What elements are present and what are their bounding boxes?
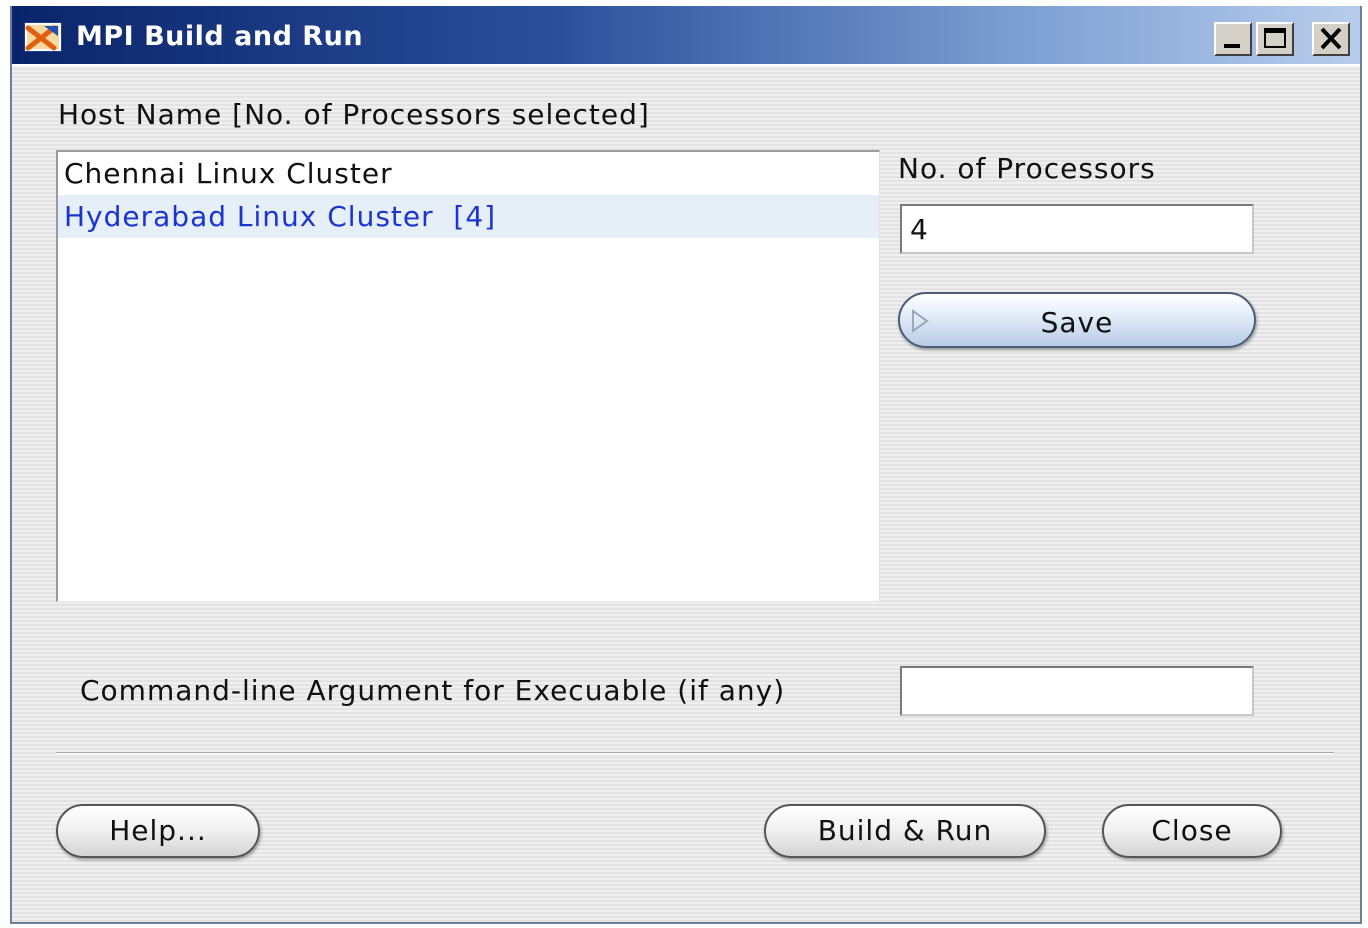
minimize-button[interactable] bbox=[1214, 22, 1252, 56]
help-button[interactable]: Help... bbox=[56, 804, 260, 858]
host-item-hyderabad[interactable]: Hyderabad Linux Cluster [4] bbox=[58, 195, 879, 238]
processors-input[interactable] bbox=[900, 204, 1254, 254]
mpi-app-icon bbox=[24, 22, 62, 52]
close-button[interactable]: Close bbox=[1102, 804, 1282, 858]
mpi-build-run-dialog: MPI Build and Run Host Name [No. of Proc… bbox=[10, 6, 1362, 924]
close-icon bbox=[1320, 27, 1342, 50]
save-button-label: Save bbox=[1040, 306, 1114, 339]
window-title: MPI Build and Run bbox=[76, 21, 364, 52]
close-window-button[interactable] bbox=[1312, 22, 1350, 56]
processors-label: No. of Processors bbox=[898, 152, 1156, 185]
build-run-button[interactable]: Build & Run bbox=[764, 804, 1046, 858]
title-bar[interactable]: MPI Build and Run bbox=[12, 6, 1360, 66]
arguments-input[interactable] bbox=[900, 666, 1254, 716]
maximize-icon bbox=[1264, 28, 1286, 48]
minimize-icon bbox=[1224, 44, 1240, 48]
footer-separator bbox=[56, 752, 1334, 754]
host-list[interactable]: Chennai Linux Cluster Hyderabad Linux Cl… bbox=[56, 150, 880, 602]
maximize-button[interactable] bbox=[1256, 22, 1294, 56]
host-item-chennai[interactable]: Chennai Linux Cluster bbox=[58, 152, 879, 195]
arguments-label: Command-line Argument for Execuable (if … bbox=[80, 674, 786, 707]
host-list-label: Host Name [No. of Processors selected] bbox=[58, 98, 650, 131]
save-button[interactable]: Save bbox=[898, 292, 1256, 348]
